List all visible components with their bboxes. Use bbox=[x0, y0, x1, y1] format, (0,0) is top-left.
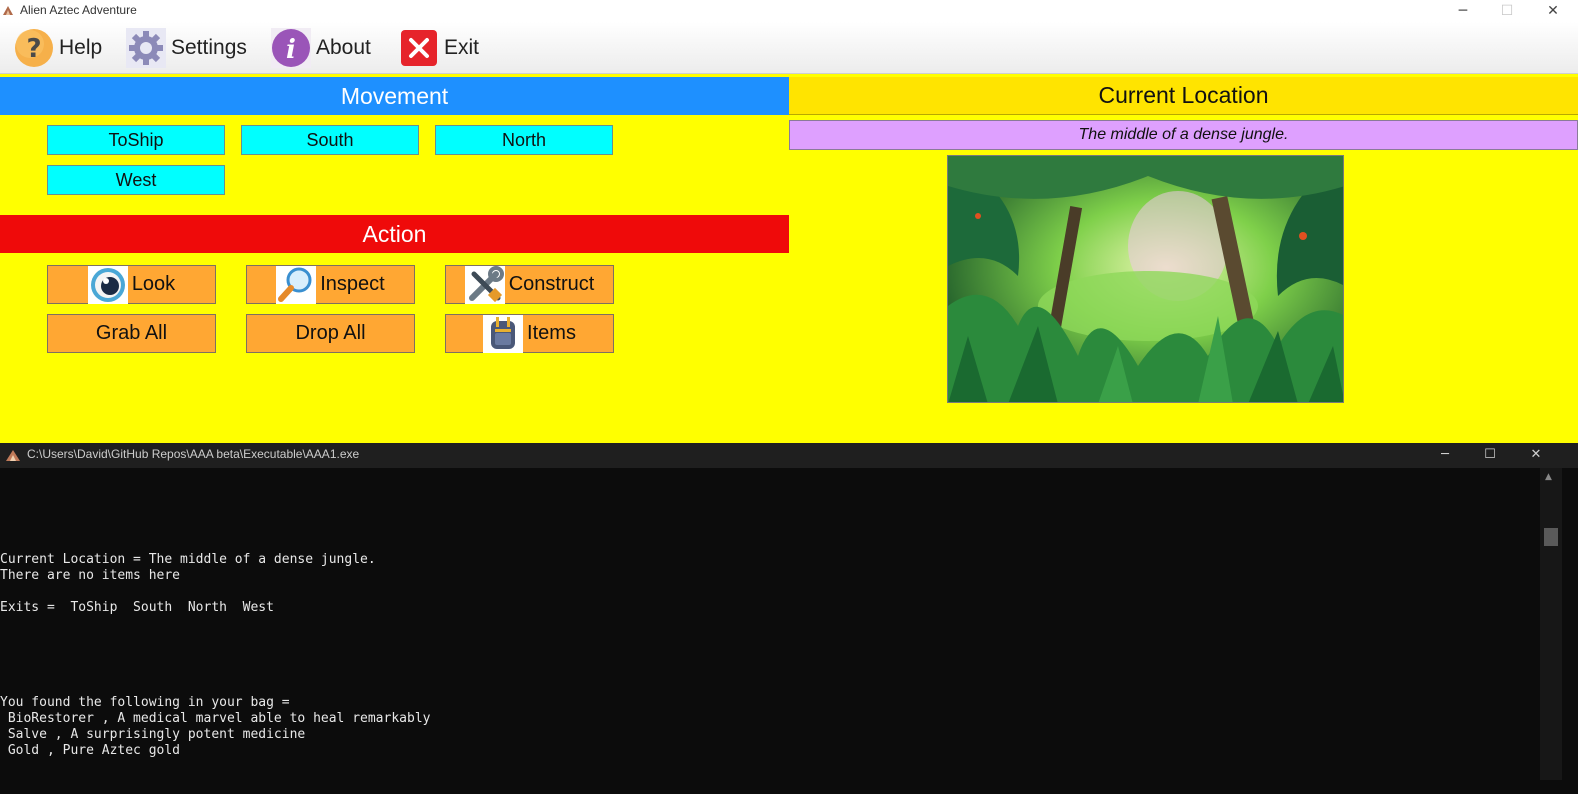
scrollbar-thumb[interactable] bbox=[1544, 528, 1558, 546]
about-label: About bbox=[316, 36, 371, 59]
magnifier-icon bbox=[276, 265, 317, 304]
help-label: Help bbox=[59, 36, 103, 59]
console-maximize-button[interactable]: ☐ bbox=[1467, 443, 1513, 465]
console-line: Current Location = The middle of a dense… bbox=[0, 552, 376, 567]
console-title-bar: C:\Users\David\GitHub Repos\AAA beta\Exe… bbox=[0, 443, 1578, 468]
console-output: Current Location = The middle of a dense… bbox=[0, 468, 1540, 780]
console-line: There are no items here bbox=[0, 568, 181, 583]
move-west-button[interactable]: West bbox=[47, 165, 225, 195]
menu-bar: ? Help Settings i About Exit bbox=[0, 22, 1578, 74]
about-menu-item[interactable]: i About bbox=[270, 27, 371, 69]
move-north-button[interactable]: North bbox=[435, 125, 613, 155]
console-line: BioRestorer , A medical marvel able to h… bbox=[0, 711, 431, 726]
app-window: Alien Aztec Adventure ─ ☐ ✕ ? Help Setti… bbox=[0, 0, 1578, 443]
console-minimize-button[interactable]: ─ bbox=[1422, 443, 1468, 465]
location-image bbox=[947, 155, 1344, 403]
drop-all-button[interactable]: Drop All bbox=[246, 314, 415, 353]
backpack-icon bbox=[483, 314, 524, 353]
inspect-button[interactable]: Inspect bbox=[246, 265, 415, 304]
info-icon: i bbox=[270, 27, 312, 69]
help-icon: ? bbox=[13, 27, 55, 69]
minimize-button[interactable]: ─ bbox=[1440, 0, 1486, 22]
grab-all-button[interactable]: Grab All bbox=[47, 314, 216, 353]
exit-menu-item[interactable]: Exit bbox=[398, 27, 479, 69]
scroll-up-icon[interactable]: ▲ bbox=[1545, 472, 1552, 482]
inspect-label: Inspect bbox=[320, 273, 385, 295]
action-header: Action bbox=[0, 215, 789, 253]
close-window-button[interactable]: ✕ bbox=[1530, 0, 1576, 22]
svg-text:i: i bbox=[286, 35, 296, 65]
close-icon bbox=[398, 27, 440, 69]
console-title: C:\Users\David\GitHub Repos\AAA beta\Exe… bbox=[27, 447, 360, 461]
look-button[interactable]: Look bbox=[47, 265, 216, 304]
eye-icon bbox=[87, 265, 128, 304]
look-label: Look bbox=[131, 273, 176, 295]
settings-label: Settings bbox=[171, 36, 247, 59]
maximize-button[interactable]: ☐ bbox=[1484, 0, 1530, 22]
console-app-icon bbox=[6, 450, 20, 461]
movement-header: Movement bbox=[0, 77, 789, 115]
console-line: Salve , A surprisingly potent medicine bbox=[0, 727, 306, 742]
move-toship-button[interactable]: ToShip bbox=[47, 125, 225, 155]
current-location-header: Current Location bbox=[789, 77, 1578, 115]
exit-label: Exit bbox=[444, 36, 480, 59]
console-line: Gold , Pure Aztec gold bbox=[0, 743, 181, 758]
console-line: Exits = ToShip South North West bbox=[0, 600, 274, 615]
title-bar: Alien Aztec Adventure ─ ☐ ✕ bbox=[0, 0, 1578, 22]
app-icon bbox=[3, 6, 13, 15]
console-line: You found the following in your bag = bbox=[0, 695, 290, 710]
window-title: Alien Aztec Adventure bbox=[20, 3, 137, 17]
svg-text:?: ? bbox=[26, 34, 41, 64]
construct-label: Construct bbox=[508, 273, 595, 295]
settings-menu-item[interactable]: Settings bbox=[125, 27, 247, 69]
help-menu-item[interactable]: ? Help bbox=[13, 27, 102, 69]
gear-icon bbox=[125, 27, 167, 69]
items-button[interactable]: Items bbox=[445, 314, 614, 353]
console-scrollbar[interactable]: ▲ bbox=[1540, 468, 1562, 780]
console-window: C:\Users\David\GitHub Repos\AAA beta\Exe… bbox=[0, 443, 1578, 794]
items-label: Items bbox=[527, 322, 576, 344]
location-description: The middle of a dense jungle. bbox=[789, 120, 1578, 150]
tools-icon bbox=[464, 265, 505, 304]
move-south-button[interactable]: South bbox=[241, 125, 419, 155]
console-close-button[interactable]: ✕ bbox=[1513, 443, 1559, 465]
construct-button[interactable]: Construct bbox=[445, 265, 614, 304]
